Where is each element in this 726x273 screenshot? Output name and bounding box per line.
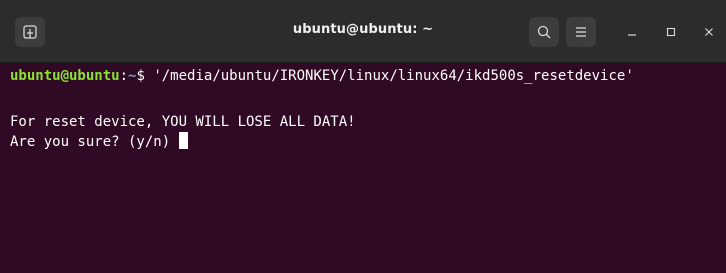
output-line-confirm: Are you sure? (y/n) [10, 132, 188, 151]
menu-button[interactable] [566, 17, 596, 47]
title-bar[interactable]: ubuntu@ubuntu: ~ [0, 0, 726, 63]
text-cursor [178, 132, 188, 149]
terminal-window: ubuntu@ubuntu: ~ ubuntu@ubuntu:~$ '/medi… [0, 0, 726, 273]
confirm-prompt: Are you sure? (y/n) [10, 134, 179, 150]
prompt-colon: : [119, 68, 129, 84]
search-icon [537, 25, 551, 39]
command-line: ubuntu@ubuntu:~$ '/media/ubuntu/IRONKEY/… [10, 67, 634, 86]
minimize-icon [628, 34, 636, 36]
window-title: ubuntu@ubuntu: ~ [292, 22, 434, 37]
prompt-symbol: $ [136, 68, 154, 84]
search-button[interactable] [529, 17, 559, 47]
prompt-user: ubuntu@ubuntu [10, 68, 120, 84]
output-line-warning: For reset device, YOU WILL LOSE ALL DATA… [10, 114, 356, 130]
hamburger-menu-icon [576, 27, 586, 37]
terminal-area[interactable]: ubuntu@ubuntu:~$ '/media/ubuntu/IRONKEY/… [0, 63, 726, 273]
command-text: '/media/ubuntu/IRONKEY/linux/linux64/ikd… [153, 68, 634, 84]
close-icon [705, 28, 713, 36]
minimize-button[interactable] [620, 20, 644, 44]
maximize-icon [666, 27, 676, 37]
maximize-button[interactable] [659, 20, 683, 44]
close-button[interactable] [697, 20, 721, 44]
